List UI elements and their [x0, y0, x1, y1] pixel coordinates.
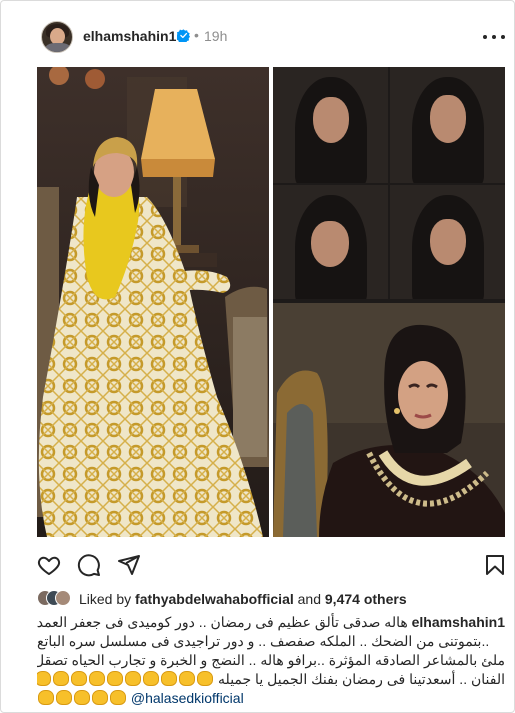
post-actions-bar	[1, 541, 515, 585]
caption-line-1: elhamshahin1 هاله صدقى تألق عظيم فى رمضا…	[37, 613, 505, 632]
photo-woman-with-necklace	[273, 303, 505, 537]
post-header: elhamshahin1 • 19h	[1, 1, 515, 67]
caption-line-2: ..بتموتنى من الضحك .. الملكه صفصف .. و د…	[37, 633, 490, 649]
clapping-hands-emoji	[143, 671, 160, 686]
clapping-hands-emoji	[197, 671, 214, 686]
clapping-hands-emoji	[161, 671, 178, 686]
bookmark-icon[interactable]	[483, 553, 507, 577]
clapping-hands-emoji	[110, 690, 126, 705]
post-media[interactable]	[37, 67, 505, 537]
heart-icon[interactable]	[37, 553, 61, 577]
clapping-hands-emoji	[74, 690, 90, 705]
likes-others-count[interactable]: 9,474 others	[325, 591, 407, 607]
caption-line-4: الفنان .. أسعدتينا فى رمضان بفنك الجميل …	[37, 670, 505, 689]
likes-prefix: Liked by	[79, 591, 132, 607]
send-icon[interactable]	[117, 553, 141, 577]
clapping-hands-emoji	[125, 671, 142, 686]
caption-username[interactable]: elhamshahin1	[412, 614, 505, 630]
header-separator: •	[194, 27, 199, 43]
caption-text-4: الفنان .. أسعدتينا فى رمضان بفنك الجميل …	[218, 671, 505, 687]
clapping-hands-emoji	[107, 671, 124, 686]
clapping-hands-emoji	[56, 690, 72, 705]
post-timestamp[interactable]: 19h	[204, 28, 227, 44]
clapping-hands-emoji	[38, 690, 54, 705]
author-username[interactable]: elhamshahin1	[83, 28, 176, 44]
likes-conjunction: and	[297, 591, 321, 607]
caption-mention[interactable]: @halasedkiofficial	[131, 690, 244, 706]
clapping-hands-emoji	[92, 690, 108, 705]
liker-avatar[interactable]	[55, 590, 71, 606]
more-options-icon[interactable]	[483, 35, 505, 41]
clapping-hands-emoji	[89, 671, 106, 686]
post-caption: elhamshahin1 هاله صدقى تألق عظيم فى رمضا…	[37, 613, 505, 708]
verified-badge-icon	[177, 29, 190, 42]
clapping-hands-emoji	[71, 671, 88, 686]
caption-line-3: ملئ بالمشاعر الصادقه المؤثرة ..برافو هال…	[37, 652, 505, 668]
instagram-post: elhamshahin1 • 19h Liked by fathyabdelwa…	[0, 0, 515, 713]
liker-username[interactable]: fathyabdelwahabofficial	[135, 591, 294, 607]
clapping-hands-emoji	[53, 671, 70, 686]
clapping-hands-emoji	[37, 671, 52, 686]
clapping-hands-emoji	[179, 671, 196, 686]
comment-icon[interactable]	[77, 553, 101, 577]
caption-line-5: @halasedkiofficial	[37, 689, 505, 708]
photo-collage	[273, 67, 505, 537]
likes-summary: Liked by fathyabdelwahabofficial and 9,4…	[79, 591, 407, 607]
photo-seated-woman	[37, 67, 269, 537]
author-avatar[interactable]	[41, 21, 73, 53]
caption-text-1: هاله صدقى تألق عظيم فى رمضان .. دور كومي…	[37, 614, 408, 630]
